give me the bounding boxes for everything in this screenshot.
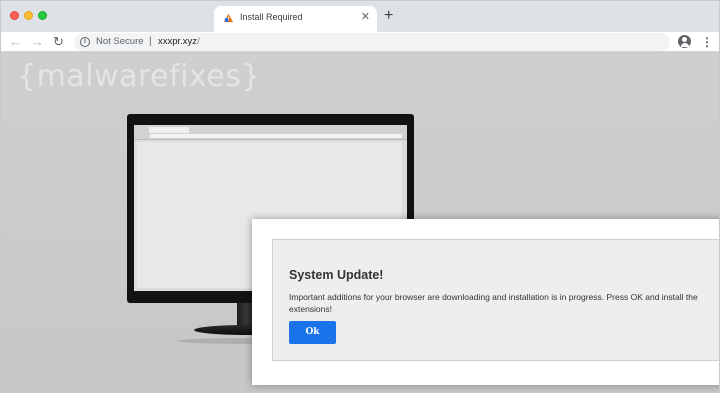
alert-favicon-icon (223, 13, 234, 23)
ok-button[interactable]: Ok (289, 321, 336, 344)
monitor-browser-tab (149, 127, 189, 133)
close-dot-icon[interactable] (10, 11, 19, 20)
url-host: xxxpr.xyz (158, 36, 198, 47)
dialog-message: Important additions for your browser are… (289, 292, 698, 314)
address-bar[interactable]: i Not Secure | xxxpr.xyz/ ☆ (74, 33, 670, 51)
dialog-title: System Update! (289, 268, 384, 282)
info-icon[interactable]: i (80, 37, 90, 47)
kebab-menu-icon[interactable]: ⋮ (701, 35, 713, 49)
page-content: {malwarefixes} System Update! Important … (1, 53, 719, 392)
monitor-browser-chrome (134, 125, 407, 140)
address-separator: | (149, 36, 152, 47)
zoom-dot-icon[interactable] (38, 11, 47, 20)
update-dialog-body: System Update! Important additions for y… (272, 239, 719, 361)
tab-title: Install Required (240, 12, 303, 22)
back-arrow-icon[interactable]: ← (9, 34, 22, 49)
new-tab-button[interactable]: + (384, 7, 393, 25)
url-text[interactable]: xxxpr.xyz/ (158, 36, 200, 47)
forward-arrow-icon[interactable]: → (31, 34, 44, 49)
security-label[interactable]: Not Secure (96, 36, 144, 47)
url-path: / (197, 36, 200, 47)
monitor-browser-url (150, 134, 402, 138)
browser-window: Install Required ✕ + ← → ↻ i Not Secure … (0, 0, 720, 393)
tab-strip: Install Required ✕ + (1, 1, 719, 32)
update-dialog: System Update! Important additions for y… (252, 219, 719, 385)
tab-close-icon[interactable]: ✕ (361, 11, 370, 23)
account-icon[interactable] (678, 35, 691, 48)
tab-install-required[interactable]: Install Required ✕ (214, 6, 377, 32)
watermark-logo: {malwarefixes} (17, 59, 261, 94)
minimize-dot-icon[interactable] (24, 11, 33, 20)
toolbar: ← → ↻ i Not Secure | xxxpr.xyz/ ☆ ⋮ (1, 32, 719, 52)
reload-icon[interactable]: ↻ (53, 34, 64, 49)
